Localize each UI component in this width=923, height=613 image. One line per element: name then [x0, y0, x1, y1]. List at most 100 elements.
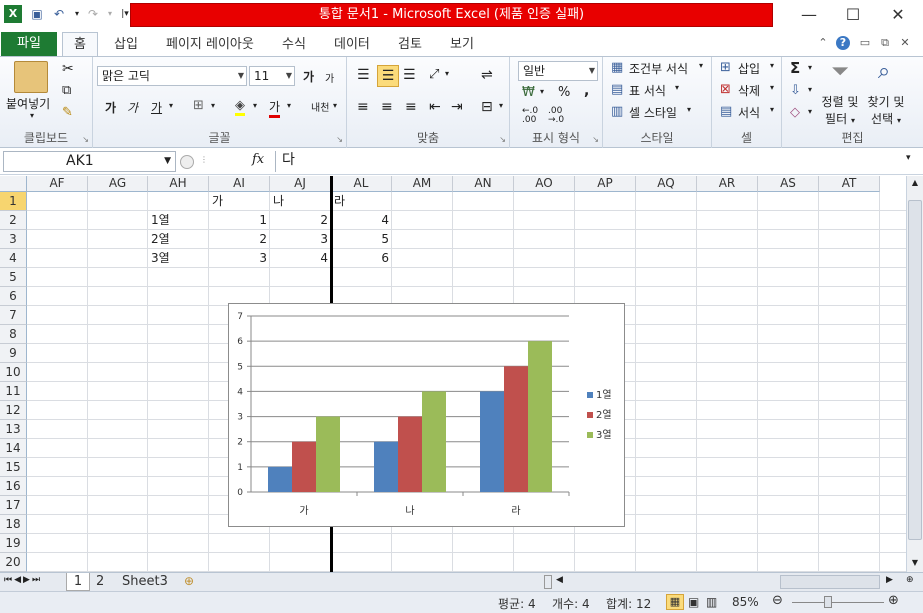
currency-icon[interactable]: ₩: [522, 85, 535, 100]
row-header-19[interactable]: 19: [0, 534, 27, 553]
insert-sheet-icon[interactable]: ⊕: [184, 573, 194, 591]
format-cells-button[interactable]: 서식: [738, 104, 760, 121]
chart[interactable]: 0 1 2 3 4 5 6 7 가 나 라 1열 2열 3열: [228, 303, 625, 527]
align-middle-icon[interactable]: ☰: [377, 65, 399, 87]
sort-filter-button[interactable]: 정렬 및 필터 ▾: [820, 93, 860, 127]
horizontal-scroll-thumb[interactable]: [780, 575, 880, 589]
sheet-nav-arrows[interactable]: ⏮◀▶⏭: [4, 575, 42, 585]
row-header-15[interactable]: 15: [0, 458, 27, 477]
vertical-scroll-thumb[interactable]: [908, 200, 922, 540]
delete-cells-button[interactable]: 삭제: [738, 82, 760, 99]
cell-AI1[interactable]: 가: [209, 192, 270, 211]
tab-review[interactable]: 검토: [398, 34, 422, 56]
cell-AL2[interactable]: 4: [331, 211, 392, 230]
expand-formula-bar-icon[interactable]: ▾: [906, 153, 911, 163]
row-header-12[interactable]: 12: [0, 401, 27, 420]
cell-styles-icon[interactable]: ▥: [611, 104, 623, 119]
save-icon[interactable]: ▣: [28, 5, 46, 23]
align-left-icon[interactable]: ≡: [357, 99, 369, 115]
split-box-icon[interactable]: ⊕: [906, 575, 914, 585]
help-icon[interactable]: ?: [836, 36, 850, 50]
sheet-tab-2[interactable]: 2: [96, 573, 104, 591]
insert-cells-icon[interactable]: ⊞: [720, 60, 731, 75]
cell-AJ4[interactable]: 4: [270, 249, 331, 268]
shrink-font-button[interactable]: 가: [325, 70, 334, 85]
italic-button[interactable]: 가: [127, 99, 138, 116]
column-header-AL[interactable]: AL: [331, 176, 392, 192]
zoom-level[interactable]: 85%: [732, 595, 759, 609]
borders-icon[interactable]: ⊞: [193, 98, 204, 113]
orientation-icon[interactable]: ⤢: [429, 67, 439, 82]
row-header-7[interactable]: 7: [0, 306, 27, 325]
column-header-AS[interactable]: AS: [758, 176, 819, 192]
fill-icon[interactable]: ⇩: [790, 83, 801, 98]
tab-data[interactable]: 데이터: [334, 34, 370, 56]
sort-filter-icon[interactable]: ⏷: [826, 59, 854, 89]
zoom-slider-thumb[interactable]: [824, 596, 832, 608]
column-header-AO[interactable]: AO: [514, 176, 575, 192]
worksheet-grid[interactable]: AF AG AH AI AJ AL AM AN AO AP AQ AR AS AT 1 2 3 4 5 6 7 8 9 10…: [0, 176, 906, 572]
merge-dropdown-icon[interactable]: ▾: [499, 101, 503, 110]
tab-page-layout[interactable]: 페이지 레이아웃: [166, 34, 254, 56]
cell-AL4[interactable]: 6: [331, 249, 392, 268]
cell-AH3[interactable]: 2열: [148, 230, 209, 249]
cell-styles-dropdown-icon[interactable]: ▾: [687, 105, 691, 114]
zoom-slider-track[interactable]: [792, 602, 884, 603]
increase-indent-icon[interactable]: ⇥: [451, 99, 463, 115]
autosum-button[interactable]: Σ: [790, 59, 800, 77]
phonetic-button[interactable]: 내천: [311, 99, 329, 114]
conditional-format-icon[interactable]: ▦: [611, 60, 623, 75]
row-header-20[interactable]: 20: [0, 553, 27, 572]
phonetic-dropdown-icon[interactable]: ▾: [333, 101, 337, 110]
minimize-ribbon-icon[interactable]: ⌃: [816, 36, 830, 50]
font-color-dropdown-icon[interactable]: ▾: [287, 101, 291, 110]
delete-cells-icon[interactable]: ⊠: [720, 82, 731, 97]
column-header-AI[interactable]: AI: [209, 176, 270, 192]
minimize-button[interactable]: —: [787, 4, 831, 26]
currency-dropdown-icon[interactable]: ▾: [540, 87, 544, 96]
row-header-8[interactable]: 8: [0, 325, 27, 344]
fill-color-icon[interactable]: ◈: [235, 98, 245, 116]
page-layout-view-icon[interactable]: ▣: [688, 595, 699, 609]
grow-font-button[interactable]: 가: [303, 68, 314, 85]
cell-AJ2[interactable]: 2: [270, 211, 331, 230]
scroll-down-arrow[interactable]: ▼: [908, 556, 922, 570]
page-break-view-icon[interactable]: ▥: [706, 595, 717, 609]
clear-dropdown-icon[interactable]: ▾: [808, 107, 812, 116]
underline-dropdown-icon[interactable]: ▾: [169, 101, 173, 110]
align-center-icon[interactable]: ≡: [381, 99, 393, 115]
tab-file[interactable]: 파일: [1, 32, 57, 56]
column-header-AP[interactable]: AP: [575, 176, 636, 192]
row-header-13[interactable]: 13: [0, 420, 27, 439]
column-header-AG[interactable]: AG: [88, 176, 148, 192]
paste-button[interactable]: 붙여넣기: [6, 95, 50, 112]
row-header-18[interactable]: 18: [0, 515, 27, 534]
paste-icon[interactable]: [14, 61, 48, 93]
column-header-AT[interactable]: AT: [819, 176, 880, 192]
insert-function-button[interactable]: fx: [252, 152, 264, 167]
format-painter-icon[interactable]: ✎: [62, 105, 73, 120]
workbook-minimize-icon[interactable]: ▭: [858, 36, 872, 50]
row-header-2[interactable]: 2: [0, 211, 27, 230]
row-header-3[interactable]: 3: [0, 230, 27, 249]
percent-button[interactable]: %: [558, 85, 570, 100]
cell-AJ3[interactable]: 3: [270, 230, 331, 249]
cell-AJ1[interactable]: 나: [270, 192, 331, 211]
format-cells-icon[interactable]: ▤: [720, 104, 732, 119]
cell-AH2[interactable]: 1열: [148, 211, 209, 230]
font-size-select[interactable]: 11 ▼: [249, 66, 295, 86]
copy-icon[interactable]: ⧉: [62, 83, 71, 98]
name-box[interactable]: AK1 ▼: [3, 151, 176, 172]
conditional-format-button[interactable]: 조건부 서식: [629, 60, 688, 77]
cell-AI4[interactable]: 3: [209, 249, 270, 268]
sheet-tab-3[interactable]: Sheet3: [122, 573, 168, 591]
fill-color-dropdown-icon[interactable]: ▾: [253, 101, 257, 110]
delete-dropdown-icon[interactable]: ▾: [770, 83, 774, 92]
underline-button[interactable]: 가: [151, 99, 162, 116]
zoom-in-icon[interactable]: ⊕: [888, 593, 899, 608]
find-select-button[interactable]: 찾기 및 선택 ▾: [864, 93, 908, 127]
column-header-AJ[interactable]: AJ: [270, 176, 331, 192]
row-header-16[interactable]: 16: [0, 477, 27, 496]
row-header-9[interactable]: 9: [0, 344, 27, 363]
find-select-icon[interactable]: ⌕: [870, 59, 898, 89]
